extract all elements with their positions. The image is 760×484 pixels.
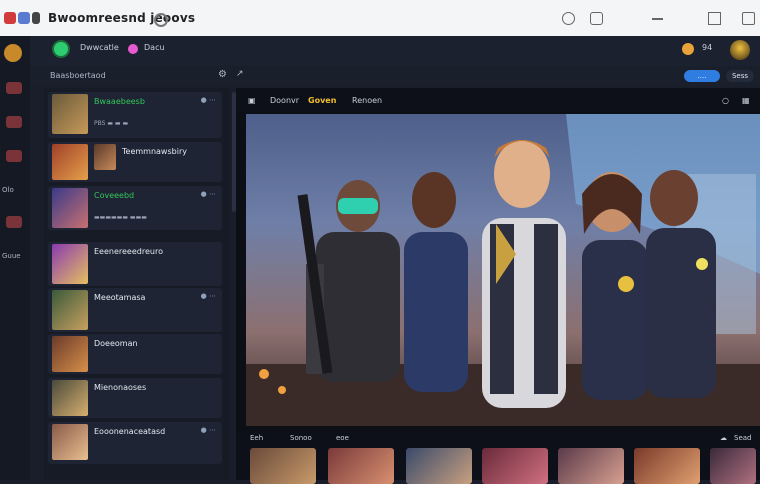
list-item[interactable]: Eooonenaceatasd ● ⋯ bbox=[48, 422, 222, 464]
rail-icon-4[interactable] bbox=[6, 216, 22, 228]
list-item-name: Coveeebd bbox=[94, 191, 135, 200]
thumbnail-strip: Eeh Sonoo eoe ☁ Sead bbox=[236, 432, 760, 484]
share-icon[interactable]: ↗ bbox=[236, 69, 244, 79]
profile-avatar[interactable] bbox=[730, 40, 750, 60]
strip-label-1: Eeh bbox=[250, 434, 264, 442]
extension-icon[interactable] bbox=[590, 12, 603, 25]
list-item-name: Eooonenaceatasd bbox=[94, 427, 166, 436]
rail-icon-1[interactable] bbox=[6, 82, 22, 94]
more-icon[interactable]: ● ⋯ bbox=[201, 292, 216, 300]
list-item-thumb bbox=[52, 424, 88, 460]
shield-icon[interactable] bbox=[18, 12, 30, 24]
viewer-label-2: Renoen bbox=[352, 96, 383, 105]
friends-list: Bwaaebeesb PBS ▬ ▬ ▬ ● ⋯ Teemmnawsbiry C… bbox=[44, 88, 230, 480]
menu-icon[interactable] bbox=[32, 12, 40, 24]
list-item[interactable]: Coveeebd ▬▬▬▬▬▬ ▬▬▬ ● ⋯ bbox=[48, 186, 222, 230]
maximize-icon[interactable] bbox=[708, 12, 721, 25]
character-group-image bbox=[246, 114, 760, 426]
app-header: Dwwcatle Dacu 94 bbox=[30, 36, 760, 66]
strip-label-4: Sead bbox=[734, 434, 752, 442]
viewer-toolbar: ▣ Doonvr Goven Renoen ○ ▦ bbox=[236, 88, 760, 112]
list-item[interactable]: Eeenereeedreuro bbox=[48, 242, 222, 286]
section-bar: Baasboertaod ⚙ ↗ bbox=[30, 66, 760, 86]
game-artwork[interactable] bbox=[246, 114, 760, 426]
coin-count: 94 bbox=[702, 43, 713, 52]
thumbnail-7[interactable] bbox=[710, 448, 756, 484]
list-item-name: Doeeoman bbox=[94, 339, 138, 348]
coin-icon bbox=[682, 43, 694, 55]
thumbnail-1[interactable] bbox=[250, 448, 316, 484]
grid-view-icon[interactable]: ▦ bbox=[742, 96, 750, 105]
settings-icon[interactable]: ⚙ bbox=[218, 69, 227, 80]
list-item-thumb bbox=[52, 336, 88, 372]
secondary-button[interactable]: Sess bbox=[726, 70, 754, 82]
list-item-name: Bwaaebeesb bbox=[94, 97, 145, 106]
list-item-name: Eeenereeedreuro bbox=[94, 247, 163, 256]
rail-label-1: Olo bbox=[2, 186, 14, 194]
more-icon[interactable]: ● ⋯ bbox=[201, 96, 216, 104]
minimize-icon[interactable] bbox=[652, 18, 663, 20]
close-icon[interactable] bbox=[742, 12, 755, 25]
strip-label-3: eoe bbox=[336, 434, 349, 442]
list-item[interactable]: Doeeoman bbox=[48, 334, 222, 374]
search-icon[interactable] bbox=[154, 13, 168, 27]
list-item-thumb bbox=[52, 144, 88, 180]
pink-status-icon[interactable] bbox=[128, 44, 138, 54]
list-item[interactable]: Meeotamasa ● ⋯ bbox=[48, 288, 222, 332]
media-viewer: ▣ Doonvr Goven Renoen ○ ▦ Eeh Sonoo eoe … bbox=[236, 88, 760, 484]
list-item-thumb-2 bbox=[94, 144, 116, 170]
primary-button[interactable]: .... bbox=[684, 70, 720, 82]
list-item-thumb bbox=[52, 380, 88, 416]
thumbnail-6[interactable] bbox=[634, 448, 700, 484]
list-item-sub: PBS ▬ ▬ ▬ bbox=[94, 120, 129, 127]
thumbnail-4[interactable] bbox=[482, 448, 548, 484]
server-avatar[interactable] bbox=[4, 44, 22, 62]
rail-icon-2[interactable] bbox=[6, 116, 22, 128]
more-icon[interactable]: ● ⋯ bbox=[201, 426, 216, 434]
list-item-name: Teemmnawsbiry bbox=[122, 147, 187, 156]
thumbnail-3[interactable] bbox=[406, 448, 472, 484]
cloud-icon[interactable]: ☁ bbox=[720, 434, 727, 442]
thumbnail-2[interactable] bbox=[328, 448, 394, 484]
thumbnail-5[interactable] bbox=[558, 448, 624, 484]
rail-icon-3[interactable] bbox=[6, 150, 22, 162]
browser-toolbar: Bwoomreesnd jeoovs bbox=[0, 0, 760, 37]
viewer-label-gold: Goven bbox=[308, 96, 337, 105]
page-title: Bwoomreesnd jeoovs bbox=[48, 11, 196, 25]
strip-label-2: Sonoo bbox=[290, 434, 312, 442]
viewer-label-1: Doonvr bbox=[270, 96, 300, 105]
list-item[interactable]: Bwaaebeesb PBS ▬ ▬ ▬ ● ⋯ bbox=[48, 92, 222, 138]
list-item[interactable]: Mienonaoses bbox=[48, 378, 222, 418]
list-item-name: Mienonaoses bbox=[94, 383, 147, 392]
more-icon[interactable]: ● ⋯ bbox=[201, 190, 216, 198]
list-item-thumb bbox=[52, 244, 88, 284]
rail-label-2: Guue bbox=[2, 252, 21, 260]
section-label: Baasboertaod bbox=[50, 71, 106, 80]
left-rail: Olo Guue bbox=[0, 36, 30, 480]
reload-icon[interactable] bbox=[562, 12, 575, 25]
list-item-thumb bbox=[52, 188, 88, 228]
list-item-thumb bbox=[52, 94, 88, 134]
user-name-1[interactable]: Dwwcatle bbox=[80, 43, 119, 52]
list-item-sub: ▬▬▬▬▬▬ ▬▬▬ bbox=[94, 214, 147, 221]
grid-icon[interactable]: ▣ bbox=[248, 96, 256, 105]
list-item-thumb bbox=[52, 290, 88, 330]
user-name-2[interactable]: Dacu bbox=[144, 43, 165, 52]
list-item-name: Meeotamasa bbox=[94, 293, 146, 302]
search-icon[interactable]: ○ bbox=[722, 96, 729, 105]
app-logo-icon bbox=[4, 12, 16, 24]
online-status-icon[interactable] bbox=[54, 42, 68, 56]
list-item[interactable]: Teemmnawsbiry bbox=[48, 142, 222, 182]
